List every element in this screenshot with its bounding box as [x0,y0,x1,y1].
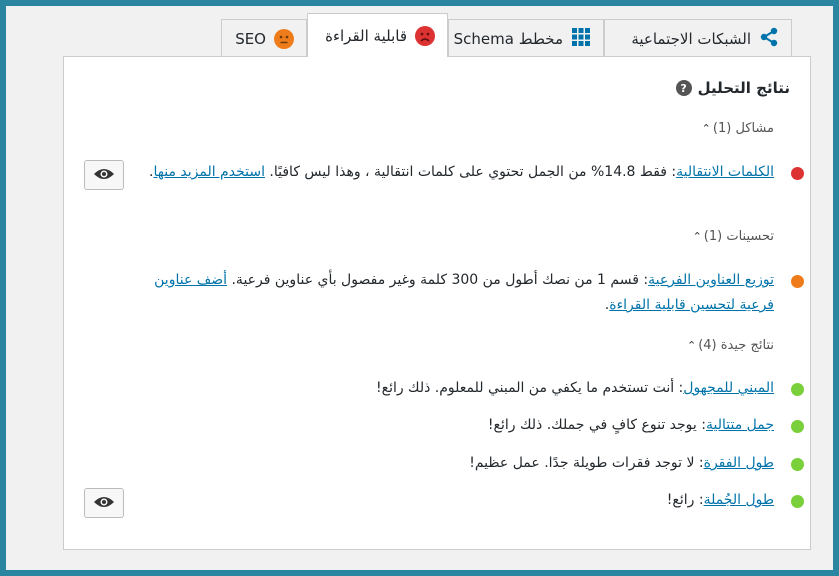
analysis-heading: نتائج التحليل ? [675,79,790,97]
status-bullet-red [791,167,804,180]
section-problems[interactable]: مشاكل (1) ⌃ [702,121,774,136]
result-passive-voice: المبني للمجهول: أنت تستخدم ما يكفي من ال… [134,376,804,401]
highlight-eye-button-2[interactable] [84,488,124,518]
eye-icon [93,166,115,185]
status-bullet-green [791,495,804,508]
share-icon [759,27,779,51]
result-sentence-length: طول الجُملة: رائع! [134,488,804,513]
grid-icon [571,27,591,51]
result-paragraph-length: طول الفقرة: لا توجد فقرات طويلة جدًا. عم… [134,451,804,476]
tab-schema[interactable]: مخطط Schema [448,19,604,57]
tab-readability[interactable]: قابلية القراءة [307,13,448,57]
chevron-up-icon: ⌃ [701,122,711,135]
section-good-label: نتائج جيدة (4) [698,338,774,353]
tab-readability-label: قابلية القراءة [325,26,407,45]
subheading-distribution-link[interactable]: توزيع العناوين الفرعية [648,272,774,288]
tab-seo[interactable]: SEO [221,19,307,57]
result-transition-words: الكلمات الانتقالية: فقط 14.8% من الجمل ت… [134,160,804,185]
transition-words-text: : فقط 14.8% من الجمل تحتوي على كلمات انت… [264,164,677,180]
status-bullet-green [791,383,804,396]
section-good-results[interactable]: نتائج جيدة (4) ⌃ [687,338,774,353]
analysis-panel: نتائج التحليل ? مشاكل (1) ⌃ الكلمات الان… [63,56,811,550]
result-consecutive-sentences: جمل متتالية: يوجد تنوع كافٍ في جملك. ذلك… [134,413,804,438]
neutral-face-icon [274,28,294,49]
tab-bar: SEO قابلية القراءة مخطط Schema الشبكات ا… [221,13,792,57]
sad-face-icon [415,25,435,46]
use-more-link[interactable]: استخدم المزيد منها [154,164,265,180]
tab-social[interactable]: الشبكات الاجتماعية [604,19,792,57]
status-bullet-green [791,458,804,471]
paragraph-length-link[interactable]: طول الفقرة [704,455,774,471]
section-improvements-label: تحسينات (1) [703,229,774,244]
sentence-length-text: : رائع! [666,492,704,508]
section-problems-label: مشاكل (1) [712,121,774,136]
analysis-title: نتائج التحليل [697,79,790,97]
tab-schema-label: مخطط Schema [453,29,563,48]
section-improvements[interactable]: تحسينات (1) ⌃ [693,229,774,244]
paragraph-length-text: : لا توجد فقرات طويلة جدًا. عمل عظيم! [469,455,704,471]
sentence-length-link[interactable]: طول الجُملة [704,492,774,508]
chevron-up-icon: ⌃ [692,230,702,243]
chevron-up-icon: ⌃ [686,339,697,352]
consecutive-sentences-text: : يوجد تنوع كافٍ في جملك. ذلك رائع! [487,417,706,433]
result-subheading-distribution: توزيع العناوين الفرعية: قسم 1 من نصك أطو… [134,268,804,318]
passive-voice-link[interactable]: المبني للمجهول [683,380,774,396]
highlight-eye-button[interactable] [84,160,124,190]
tab-social-label: الشبكات الاجتماعية [631,29,751,48]
help-icon[interactable]: ? [675,80,692,96]
subheading-distribution-text: : قسم 1 من نصك أطول من 300 كلمة وغير مفص… [227,272,649,288]
passive-voice-text: : أنت تستخدم ما يكفي من المبني للمعلوم. … [376,380,684,396]
eye-icon [93,494,115,513]
tab-seo-label: SEO [235,29,266,48]
transition-words-link[interactable]: الكلمات الانتقالية [676,164,774,180]
status-bullet-orange [791,275,804,288]
consecutive-sentences-link[interactable]: جمل متتالية [706,417,774,433]
status-bullet-green [791,420,804,433]
